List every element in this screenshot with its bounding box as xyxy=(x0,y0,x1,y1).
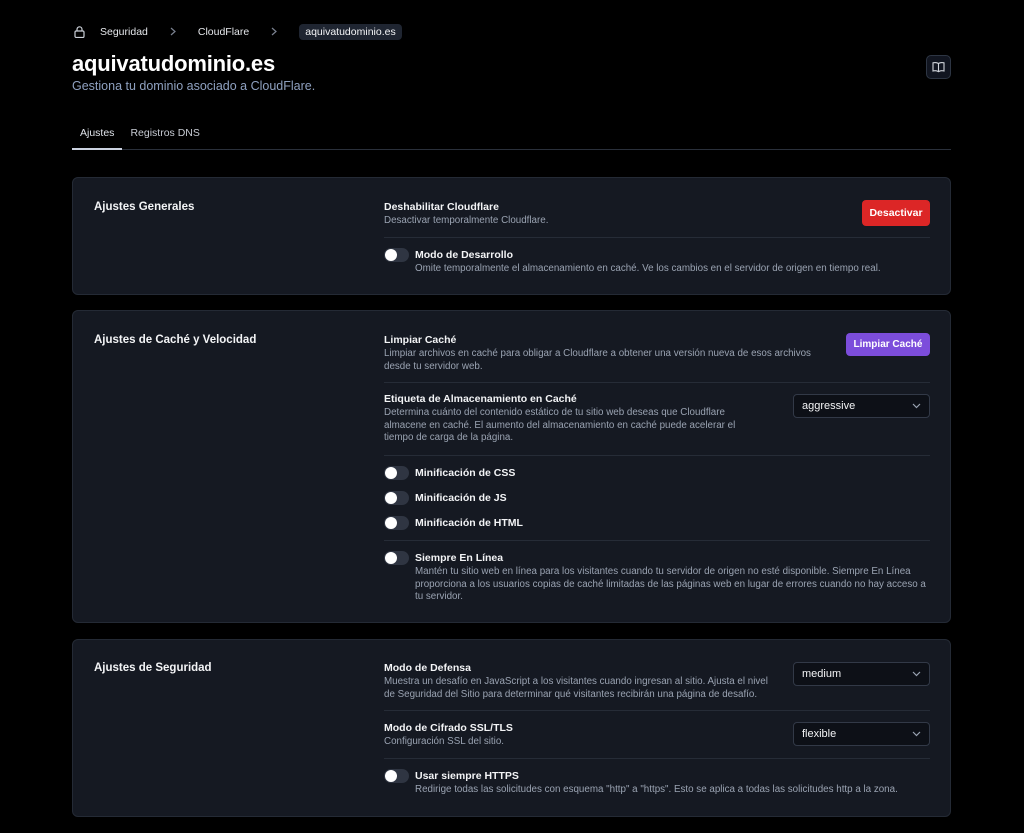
defense-mode-value: medium xyxy=(802,668,842,680)
minify-css-toggle[interactable] xyxy=(384,466,409,480)
ssl-mode-select[interactable]: flexible xyxy=(793,722,930,746)
divider xyxy=(384,540,930,541)
tab-bar: Ajustes Registros DNS xyxy=(72,118,951,150)
ssl-mode-value: flexible xyxy=(802,728,837,740)
always-online-row: Siempre En Línea Mantén tu sitio web en … xyxy=(384,551,930,604)
cache-level-value: aggressive xyxy=(802,400,856,412)
breadcrumb-item-cloudflare[interactable]: CloudFlare xyxy=(198,26,249,38)
divider xyxy=(384,455,930,456)
cache-level-row: Etiqueta de Almacenamiento en Caché Dete… xyxy=(384,392,930,448)
minify-html-row: Minificación de HTML xyxy=(384,516,930,530)
minify-css-row: Minificación de CSS xyxy=(384,466,930,480)
dev-mode-toggle[interactable] xyxy=(384,248,409,262)
defense-mode-select[interactable]: medium xyxy=(793,662,930,686)
dev-mode-label: Modo de Desarrollo xyxy=(415,249,514,261)
divider xyxy=(384,382,930,383)
breadcrumb-item-seguridad[interactable]: Seguridad xyxy=(100,26,148,38)
defense-mode-desc: Muestra un desafío en JavaScript a los v… xyxy=(384,676,768,700)
ssl-mode-row: Modo de Cifrado SSL/TLS Configuración SS… xyxy=(384,721,930,751)
docs-button[interactable] xyxy=(926,55,951,79)
minify-html-toggle[interactable] xyxy=(384,516,409,530)
always-https-desc: Redirige todas las solicitudes con esque… xyxy=(415,784,898,795)
chevron-down-icon xyxy=(912,403,921,409)
purge-cache-row: Limpiar Caché Limpiar archivos en caché … xyxy=(384,333,930,373)
page-title: aquivatudominio.es xyxy=(72,51,275,76)
divider xyxy=(384,710,930,711)
card-title-cache: Ajustes de Caché y Velocidad xyxy=(94,334,257,346)
tab-ajustes[interactable]: Ajustes xyxy=(72,118,123,150)
card-title-security: Ajustes de Seguridad xyxy=(94,662,212,674)
defense-mode-row: Modo de Defensa Muestra un desafío en Ja… xyxy=(384,661,930,705)
purge-cache-desc: Limpiar archivos en caché para obligar a… xyxy=(384,348,811,372)
chevron-down-icon xyxy=(912,731,921,737)
chevron-right-icon xyxy=(162,27,184,36)
always-https-label: Usar siempre HTTPS xyxy=(415,770,519,782)
minify-js-row: Minificación de JS xyxy=(384,491,930,505)
general-settings-card: Ajustes Generales Deshabilitar Cloudflar… xyxy=(72,177,951,295)
always-https-toggle[interactable] xyxy=(384,769,409,783)
cache-level-select[interactable]: aggressive xyxy=(793,394,930,418)
tab-registros-dns[interactable]: Registros DNS xyxy=(122,118,207,149)
divider xyxy=(384,758,930,759)
breadcrumb: Seguridad CloudFlare aquivatudominio.es xyxy=(72,23,402,40)
divider xyxy=(384,237,930,238)
cache-level-desc: Determina cuánto del contenido estático … xyxy=(384,407,736,443)
dev-mode-desc: Omite temporalmente el almacenamiento en… xyxy=(415,263,881,274)
always-https-row: Usar siempre HTTPS Redirige todas las so… xyxy=(384,769,930,797)
disable-cloudflare-desc: Desactivar temporalmente Cloudflare. xyxy=(384,215,549,226)
disable-cloudflare-row: Deshabilitar Cloudflare Desactivar tempo… xyxy=(384,200,930,230)
breadcrumb-current: aquivatudominio.es xyxy=(299,23,402,40)
always-online-toggle[interactable] xyxy=(384,551,409,565)
deactivate-button[interactable]: Desactivar xyxy=(862,200,930,226)
disable-cloudflare-label: Deshabilitar Cloudflare xyxy=(384,201,499,213)
card-title-general: Ajustes Generales xyxy=(94,201,195,213)
dev-mode-row: Modo de Desarrollo Omite temporalmente e… xyxy=(384,248,930,276)
minify-js-label: Minificación de JS xyxy=(415,492,507,504)
minify-css-label: Minificación de CSS xyxy=(415,467,516,479)
purge-cache-button[interactable]: Limpiar Caché xyxy=(846,333,930,356)
page: Seguridad CloudFlare aquivatudominio.es … xyxy=(0,0,1024,833)
minify-html-label: Minificación de HTML xyxy=(415,517,523,529)
always-online-label: Siempre En Línea xyxy=(415,552,504,564)
always-online-desc: Mantén tu sitio web en línea para los vi… xyxy=(415,566,926,602)
lock-icon[interactable] xyxy=(72,25,86,39)
minify-js-toggle[interactable] xyxy=(384,491,409,505)
page-subtitle: Gestiona tu dominio asociado a CloudFlar… xyxy=(72,79,316,93)
cache-settings-card: Ajustes de Caché y Velocidad Limpiar Cac… xyxy=(72,310,951,623)
security-settings-card: Ajustes de Seguridad Modo de Defensa Mue… xyxy=(72,639,951,817)
chevron-down-icon xyxy=(912,671,921,677)
book-open-icon xyxy=(932,61,945,73)
chevron-right-icon xyxy=(263,27,285,36)
